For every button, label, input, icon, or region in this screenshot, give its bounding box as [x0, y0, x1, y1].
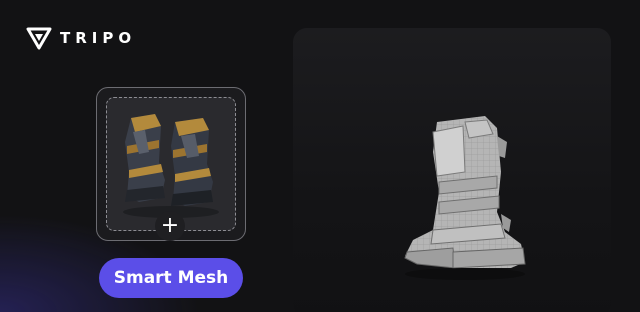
brand-name: TRIPO [60, 29, 137, 47]
plus-icon: + [160, 213, 180, 238]
mesh-boot-model [404, 116, 526, 280]
model-viewer[interactable] [293, 28, 611, 312]
brand-logo: TRIPO [26, 26, 136, 50]
uploaded-boots-image [123, 114, 219, 218]
tripo-logo-icon [26, 27, 52, 50]
smart-mesh-button[interactable]: Smart Mesh [99, 258, 243, 298]
add-image-button[interactable]: + [155, 211, 185, 241]
